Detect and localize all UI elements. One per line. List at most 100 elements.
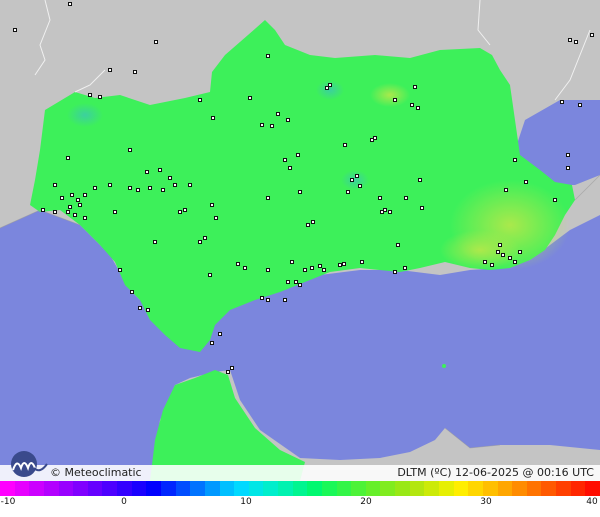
warm-patch-coast (440, 230, 520, 270)
station-marker (154, 40, 158, 44)
station-marker (574, 40, 578, 44)
station-marker (73, 213, 77, 217)
timestamp-label: DLTM (ºC) 12-06-2025 @ 00:16 UTC (397, 466, 594, 479)
station-marker (188, 183, 192, 187)
station-marker (306, 223, 310, 227)
station-marker (83, 216, 87, 220)
station-marker (266, 196, 270, 200)
station-marker (420, 206, 424, 210)
station-marker (41, 208, 45, 212)
scale-swatch (102, 481, 118, 496)
station-marker (325, 86, 329, 90)
scale-swatch (0, 481, 16, 496)
station-marker (338, 263, 342, 267)
station-marker (173, 183, 177, 187)
station-marker (373, 136, 377, 140)
station-marker (342, 262, 346, 266)
station-marker (290, 260, 294, 264)
station-marker (68, 2, 72, 6)
station-marker (53, 210, 57, 214)
station-marker (288, 166, 292, 170)
station-marker (260, 123, 264, 127)
station-marker (383, 208, 387, 212)
temperature-map (0, 0, 600, 481)
scale-swatch (424, 481, 440, 496)
station-marker (294, 280, 298, 284)
station-marker (236, 262, 240, 266)
station-marker (296, 153, 300, 157)
station-marker (358, 184, 362, 188)
scale-swatch (58, 481, 74, 496)
station-marker (208, 273, 212, 277)
station-marker (130, 290, 134, 294)
station-marker (286, 118, 290, 122)
station-marker (518, 250, 522, 254)
scale-swatch (43, 481, 60, 496)
station-marker (283, 158, 287, 162)
scale-swatch (14, 481, 30, 496)
station-marker (161, 188, 165, 192)
scale-swatch (292, 481, 308, 496)
station-marker (128, 186, 132, 190)
station-marker (230, 366, 234, 370)
station-marker (146, 308, 150, 312)
station-marker (578, 103, 582, 107)
scale-swatch (190, 481, 206, 496)
station-marker (153, 240, 157, 244)
station-marker (553, 198, 557, 202)
station-marker (524, 180, 528, 184)
station-marker (66, 156, 70, 160)
warm-patch-north (370, 83, 410, 107)
station-marker (210, 203, 214, 207)
station-marker (226, 370, 230, 374)
station-marker (93, 186, 97, 190)
station-marker (393, 98, 397, 102)
station-marker (360, 260, 364, 264)
station-marker (168, 176, 172, 180)
station-marker (113, 210, 117, 214)
scale-tick: 10 (240, 497, 252, 507)
station-marker (70, 193, 74, 197)
station-marker (393, 270, 397, 274)
scale-swatch (409, 481, 425, 496)
station-marker (322, 268, 326, 272)
scale-swatch (570, 481, 586, 496)
station-marker (76, 198, 80, 202)
station-marker (148, 186, 152, 190)
station-marker (136, 188, 140, 192)
scale-swatch (175, 481, 191, 496)
station-marker (343, 143, 347, 147)
station-marker (260, 296, 264, 300)
scale-swatch (263, 481, 279, 496)
station-marker (501, 253, 505, 257)
station-marker (53, 183, 57, 187)
station-marker (513, 158, 517, 162)
station-marker (303, 268, 307, 272)
scale-swatch (219, 481, 235, 496)
scale-swatch (29, 481, 45, 496)
scale-swatch (234, 481, 250, 496)
station-marker (218, 332, 222, 336)
station-marker (416, 106, 420, 110)
color-scale-ticks: -10 0 10 20 30 40 (0, 497, 600, 511)
scale-swatch (512, 481, 528, 496)
scale-swatch (248, 481, 264, 496)
station-marker (158, 168, 162, 172)
station-marker (270, 124, 274, 128)
station-marker (298, 283, 302, 287)
station-marker (496, 250, 500, 254)
station-marker (404, 196, 408, 200)
station-marker (298, 190, 302, 194)
station-marker (378, 196, 382, 200)
station-marker (513, 260, 517, 264)
color-scale (0, 481, 600, 496)
station-marker (108, 68, 112, 72)
station-marker (266, 298, 270, 302)
station-marker (504, 188, 508, 192)
scale-tick: -10 (0, 497, 16, 507)
station-marker (145, 170, 149, 174)
station-marker (388, 210, 392, 214)
scale-swatch (482, 481, 499, 496)
station-marker (214, 216, 218, 220)
cool-patch-center (341, 170, 369, 190)
